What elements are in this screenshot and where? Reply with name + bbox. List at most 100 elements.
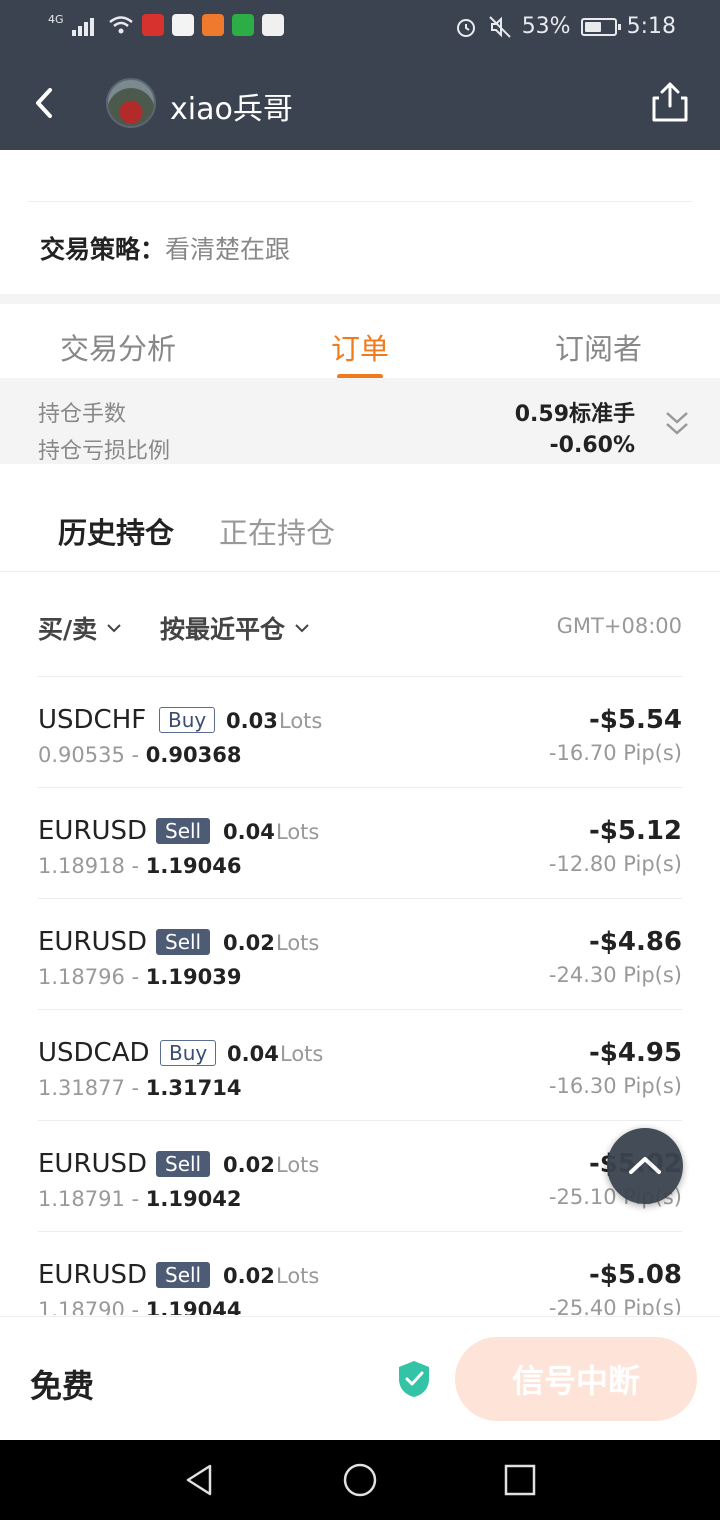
alarm-icon [456, 18, 475, 37]
chevron-down-double-icon[interactable] [664, 408, 690, 438]
list-item[interactable]: EURUSD Sell 0.02 Lots 1.18790 - 1.19044 … [0, 1232, 720, 1315]
lots-unit: Lots [276, 820, 320, 844]
order-pips: -16.70 Pip(s) [548, 741, 682, 765]
app-header: xiao兵哥 [0, 56, 720, 150]
price-separator: - [124, 1187, 146, 1211]
close-price: 1.19042 [145, 1187, 242, 1211]
tab-subscribers[interactable]: 订阅者 [555, 326, 642, 368]
price-separator: - [124, 743, 146, 767]
order-qty: 0.02 [223, 1264, 275, 1288]
arrow-up-icon [629, 1157, 661, 1174]
status-bar: 4G 53% 5:18 [0, 0, 720, 56]
divider [0, 571, 720, 572]
tab-analysis[interactable]: 交易分析 [60, 326, 176, 368]
list-item[interactable]: USDCAD Buy 0.04 Lots 1.31877 - 1.31714 -… [0, 1010, 720, 1121]
wifi-icon [108, 16, 133, 34]
order-pips: -25.40 Pip(s) [548, 1296, 682, 1315]
close-price: 1.31714 [145, 1076, 242, 1100]
page-title: xiao兵哥 [170, 92, 293, 127]
sort-dropdown[interactable]: 按最近平仓 [160, 610, 311, 646]
order-symbol: EURUSD [38, 1149, 148, 1179]
strategy-label: 交易策略： [40, 235, 166, 264]
lots-unit: Lots [276, 1264, 320, 1288]
chevron-down-icon [107, 624, 121, 633]
order-prices: 1.18796 - 1.19039 [38, 965, 241, 989]
tab-orders[interactable]: 订单 [331, 326, 389, 368]
side-badge: Sell [156, 1262, 211, 1288]
side-filter-label: 买/卖 [38, 615, 98, 644]
side-badge: Buy [160, 1040, 217, 1066]
order-symbol: EURUSD [38, 927, 148, 957]
lots-unit: Lots [276, 1153, 320, 1177]
order-list: USDCHF Buy 0.03 Lots 0.90535 - 0.90368 -… [0, 677, 720, 1315]
list-item[interactable]: EURUSD Sell 0.02 Lots 1.18796 - 1.19039 … [0, 899, 720, 1010]
order-prices: 1.18791 - 1.19042 [38, 1187, 241, 1211]
divider [28, 201, 692, 202]
status-bar-notifications: 4G [48, 12, 284, 36]
order-symbol: USDCAD [38, 1038, 150, 1068]
loss-ratio-value: -0.60% [549, 433, 635, 458]
open-price: 1.18918 [38, 854, 125, 878]
open-price: 1.31877 [38, 1076, 125, 1100]
app-notification-icon [141, 14, 164, 36]
nav-recents-icon[interactable] [502, 1462, 538, 1498]
nav-back-icon[interactable] [182, 1462, 218, 1498]
list-item[interactable]: EURUSD Sell 0.04 Lots 1.18918 - 1.19046 … [0, 788, 720, 899]
order-prices: 0.90535 - 0.90368 [38, 743, 241, 767]
network-type: 4G [48, 12, 64, 26]
subscription-price: 免费 [30, 1367, 95, 1405]
open-price: 1.18790 [38, 1298, 125, 1315]
scrolled-stats-row [0, 150, 720, 202]
battery-icon [580, 17, 621, 36]
avatar[interactable] [106, 78, 156, 128]
order-pnl: -$4.86 [588, 927, 682, 957]
side-filter-dropdown[interactable]: 买/卖 [38, 610, 123, 646]
strategy-value: 看清楚在跟 [165, 235, 291, 264]
order-filters: 买/卖 按最近平仓 GMT+08:00 [0, 600, 720, 650]
price-separator: - [124, 1076, 146, 1100]
timezone-label: GMT+08:00 [556, 614, 682, 638]
signal-interrupted-button[interactable]: 信号中断 [455, 1337, 697, 1421]
order-symbol: EURUSD [38, 816, 148, 846]
position-summary[interactable]: 持仓手数 0.59标准手 持仓亏损比例 -0.60% [0, 378, 720, 464]
main-tabs: 交易分析 订单 订阅者 [0, 304, 720, 379]
app-notification-icon [201, 14, 224, 36]
order-prices: 1.31877 - 1.31714 [38, 1076, 241, 1100]
price-separator: - [124, 965, 146, 989]
position-subtabs: 历史持仓 正在持仓 [0, 500, 720, 560]
order-qty: 0.03 [226, 709, 278, 733]
price-separator: - [124, 1298, 146, 1315]
price-separator: - [124, 854, 146, 878]
order-pips: -24.30 Pip(s) [548, 963, 682, 987]
back-arrow-icon[interactable] [22, 78, 72, 128]
order-qty: 0.04 [227, 1042, 279, 1066]
order-pnl: -$4.95 [588, 1038, 682, 1068]
order-prices: 1.18790 - 1.19044 [38, 1298, 241, 1315]
open-price: 1.18796 [38, 965, 125, 989]
app-notification-icon [261, 14, 284, 36]
lots-unit: Lots [280, 1042, 324, 1066]
order-qty: 0.04 [223, 820, 275, 844]
close-price: 1.19044 [145, 1298, 242, 1315]
order-pips: -12.80 Pip(s) [548, 852, 682, 876]
order-qty: 0.02 [223, 1153, 275, 1177]
scroll-top-button[interactable] [607, 1128, 683, 1204]
open-price: 1.18791 [38, 1187, 125, 1211]
order-pips: -16.30 Pip(s) [548, 1074, 682, 1098]
tab-history-positions[interactable]: 历史持仓 [58, 510, 174, 552]
system-nav-bar [0, 1440, 720, 1520]
sort-label: 按最近平仓 [160, 615, 286, 644]
list-item[interactable]: USDCHF Buy 0.03 Lots 0.90535 - 0.90368 -… [0, 677, 720, 788]
tab-open-positions[interactable]: 正在持仓 [219, 510, 335, 552]
order-pnl: -$5.12 [588, 816, 682, 846]
app-notification-icon [231, 14, 254, 36]
open-price: 0.90535 [38, 743, 125, 767]
side-badge: Sell [156, 818, 211, 844]
side-badge: Sell [156, 1151, 211, 1177]
share-icon[interactable] [650, 80, 690, 124]
order-pnl: -$5.54 [588, 705, 682, 735]
order-symbol: EURUSD [38, 1260, 148, 1290]
nav-home-icon[interactable] [342, 1462, 378, 1498]
order-prices: 1.18918 - 1.19046 [38, 854, 241, 878]
mute-icon [488, 15, 511, 38]
